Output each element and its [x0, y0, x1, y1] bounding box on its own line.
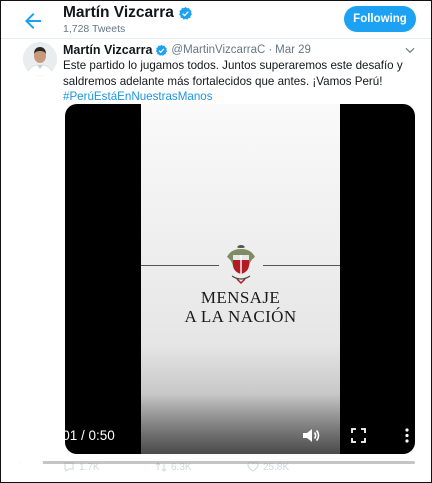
divider-line: [263, 265, 340, 266]
tweet-count: 1,728 Tweets: [63, 23, 126, 35]
window: Martín Vizcarra 1,728 Tweets Following M…: [0, 0, 432, 483]
profile-name: Martín Vizcarra: [63, 4, 193, 22]
video-progress-bar[interactable]: [19, 459, 415, 466]
volume-icon[interactable]: [302, 427, 320, 444]
verified-badge-icon: [178, 6, 192, 20]
tweet-header: Martín Vizcarra @MartinVizcarraC · Mar 2…: [63, 42, 311, 58]
tweet-author-name[interactable]: Martín Vizcarra: [63, 43, 152, 57]
profile-name-text: Martín Vizcarra: [63, 4, 174, 21]
tweet-text: Este partido lo jugamos todos. Juntos su…: [63, 58, 419, 105]
more-vertical-icon[interactable]: [404, 428, 410, 443]
hashtag-link[interactable]: #PerúEstáEnNuestrasManos: [63, 89, 419, 105]
video-controls: [65, 394, 415, 454]
back-arrow-icon[interactable]: [21, 9, 45, 33]
following-button[interactable]: Following: [344, 6, 416, 32]
divider-line: [141, 265, 219, 266]
video-time: 0:01 / 0:50: [51, 428, 115, 443]
avatar[interactable]: [23, 42, 57, 76]
verified-badge-icon: [156, 44, 168, 56]
video-title-line: A LA NACIÓN: [184, 307, 297, 326]
video-title-line: MENSAJE: [200, 288, 281, 307]
tweet-author-handle[interactable]: @MartinVizcarraC: [171, 44, 265, 56]
play-icon[interactable]: [19, 428, 33, 444]
video-player[interactable]: MENSAJE A LA NACIÓN: [65, 104, 415, 454]
profile-header: Martín Vizcarra 1,728 Tweets Following: [1, 1, 431, 39]
peru-coat-of-arms-icon: [227, 245, 255, 285]
separator-dot: ·: [268, 44, 273, 56]
avatar-portrait: [23, 42, 57, 76]
tweet-date[interactable]: Mar 29: [275, 44, 311, 56]
chevron-down-icon[interactable]: [403, 43, 417, 57]
fullscreen-icon[interactable]: [351, 428, 366, 443]
tweet-text-line: Este partido lo jugamos todos. Juntos su…: [63, 59, 403, 72]
tweet-text-line: saldremos adelante más fortalecidos que …: [63, 74, 383, 88]
video-progress-knob[interactable]: [36, 459, 43, 466]
